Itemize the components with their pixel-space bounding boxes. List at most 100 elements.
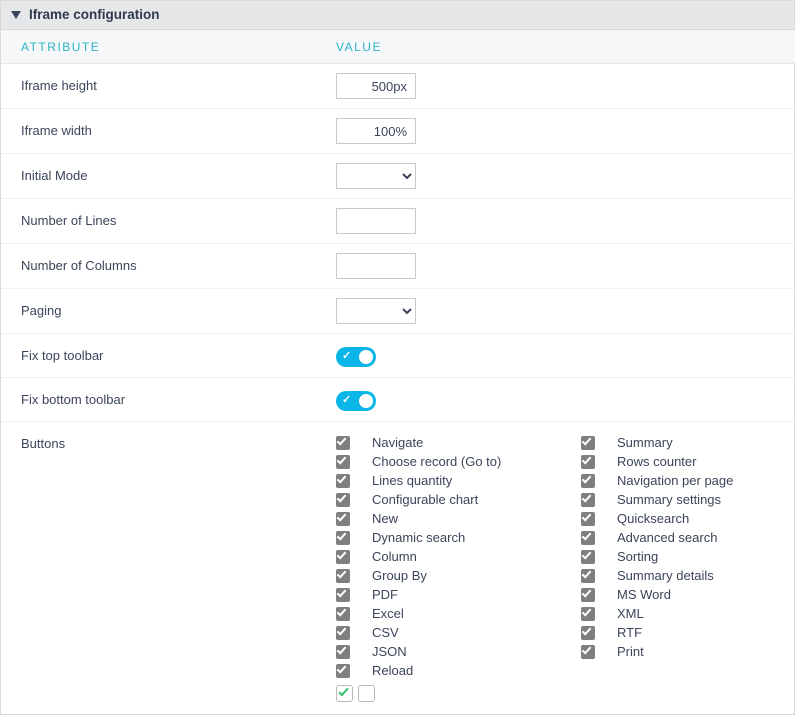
button-option-checkbox[interactable]	[336, 588, 350, 602]
collapse-triangle-icon	[11, 11, 21, 19]
button-option-checkbox[interactable]	[581, 626, 595, 640]
button-option-checkbox[interactable]	[581, 493, 595, 507]
iframe-config-panel: Iframe configuration ATTRIBUTE VALUE Ifr…	[0, 0, 795, 715]
button-option-label: JSON	[372, 643, 407, 661]
label-buttons: Buttons	[1, 422, 336, 715]
button-option-checkbox[interactable]	[336, 607, 350, 621]
label-number-of-lines: Number of Lines	[1, 199, 336, 244]
button-option-checkbox[interactable]	[336, 664, 350, 678]
row-number-of-lines: Number of Lines	[1, 199, 795, 244]
button-option-checkbox[interactable]	[581, 512, 595, 526]
button-option: Navigate	[336, 434, 571, 452]
number-of-lines-input[interactable]	[336, 208, 416, 234]
buttons-grid: NavigateChoose record (Go to)Lines quant…	[336, 434, 795, 702]
fix-top-toolbar-toggle[interactable]	[336, 347, 376, 367]
button-option-label: Print	[617, 643, 644, 661]
label-number-of-columns: Number of Columns	[1, 244, 336, 289]
button-option: CSV	[336, 624, 571, 642]
button-option-checkbox[interactable]	[581, 436, 595, 450]
select-all-controls	[336, 685, 571, 702]
button-option-label: Dynamic search	[372, 529, 465, 547]
button-option-checkbox[interactable]	[336, 626, 350, 640]
button-option-checkbox[interactable]	[336, 493, 350, 507]
button-option-checkbox[interactable]	[336, 474, 350, 488]
button-option-label: RTF	[617, 624, 642, 642]
button-option-checkbox[interactable]	[336, 550, 350, 564]
iframe-height-input[interactable]	[336, 73, 416, 99]
panel-title: Iframe configuration	[29, 7, 160, 22]
column-headers-row: ATTRIBUTE VALUE	[1, 30, 795, 64]
button-option-label: Quicksearch	[617, 510, 689, 528]
button-option-checkbox[interactable]	[336, 569, 350, 583]
panel-header[interactable]: Iframe configuration	[1, 1, 794, 30]
label-iframe-height: Iframe height	[1, 64, 336, 109]
button-option-checkbox[interactable]	[581, 455, 595, 469]
button-option: Excel	[336, 605, 571, 623]
button-option: Navigation per page	[581, 472, 795, 490]
iframe-width-input[interactable]	[336, 118, 416, 144]
button-option-label: Group By	[372, 567, 427, 585]
button-option-checkbox[interactable]	[581, 474, 595, 488]
button-option-checkbox[interactable]	[581, 588, 595, 602]
button-option-label: Advanced search	[617, 529, 717, 547]
button-option-label: Rows counter	[617, 453, 696, 471]
number-of-columns-input[interactable]	[336, 253, 416, 279]
button-option: Group By	[336, 567, 571, 585]
button-option-label: Configurable chart	[372, 491, 478, 509]
button-option: XML	[581, 605, 795, 623]
button-option-label: Excel	[372, 605, 404, 623]
button-option-checkbox[interactable]	[581, 569, 595, 583]
button-option-label: Summary	[617, 434, 673, 452]
button-option: Column	[336, 548, 571, 566]
button-option: Dynamic search	[336, 529, 571, 547]
label-iframe-width: Iframe width	[1, 109, 336, 154]
row-iframe-height: Iframe height	[1, 64, 795, 109]
button-option-checkbox[interactable]	[581, 645, 595, 659]
row-number-of-columns: Number of Columns	[1, 244, 795, 289]
select-all-checkbox[interactable]	[336, 685, 353, 702]
row-paging: Paging	[1, 289, 795, 334]
buttons-column-right: SummaryRows counterNavigation per pageSu…	[581, 434, 795, 702]
deselect-all-checkbox[interactable]	[358, 685, 375, 702]
button-option: RTF	[581, 624, 795, 642]
button-option: Rows counter	[581, 453, 795, 471]
button-option-label: Navigate	[372, 434, 423, 452]
button-option-checkbox[interactable]	[336, 436, 350, 450]
button-option: JSON	[336, 643, 571, 661]
button-option-label: Choose record (Go to)	[372, 453, 501, 471]
button-option-label: Summary settings	[617, 491, 721, 509]
button-option: Sorting	[581, 548, 795, 566]
column-header-value: VALUE	[336, 30, 795, 64]
button-option-checkbox[interactable]	[336, 455, 350, 469]
column-header-attribute: ATTRIBUTE	[1, 30, 336, 64]
config-table: ATTRIBUTE VALUE Iframe height Iframe wid…	[1, 30, 795, 714]
button-option-label: Summary details	[617, 567, 714, 585]
button-option-label: Sorting	[617, 548, 658, 566]
button-option: Advanced search	[581, 529, 795, 547]
button-option-label: CSV	[372, 624, 399, 642]
button-option-checkbox[interactable]	[581, 550, 595, 564]
button-option: Quicksearch	[581, 510, 795, 528]
button-option: PDF	[336, 586, 571, 604]
row-buttons: Buttons NavigateChoose record (Go to)Lin…	[1, 422, 795, 715]
label-paging: Paging	[1, 289, 336, 334]
button-option: Summary details	[581, 567, 795, 585]
button-option-checkbox[interactable]	[581, 607, 595, 621]
button-option: Choose record (Go to)	[336, 453, 571, 471]
button-option-checkbox[interactable]	[336, 531, 350, 545]
fix-bottom-toolbar-toggle[interactable]	[336, 391, 376, 411]
button-option: Configurable chart	[336, 491, 571, 509]
button-option-checkbox[interactable]	[336, 645, 350, 659]
row-iframe-width: Iframe width	[1, 109, 795, 154]
button-option-checkbox[interactable]	[581, 531, 595, 545]
paging-select[interactable]	[336, 298, 416, 324]
button-option-label: XML	[617, 605, 644, 623]
button-option: Summary	[581, 434, 795, 452]
row-fix-top-toolbar: Fix top toolbar	[1, 334, 795, 378]
initial-mode-select[interactable]	[336, 163, 416, 189]
button-option-checkbox[interactable]	[336, 512, 350, 526]
button-option: MS Word	[581, 586, 795, 604]
button-option-label: New	[372, 510, 398, 528]
button-option: Summary settings	[581, 491, 795, 509]
row-fix-bottom-toolbar: Fix bottom toolbar	[1, 378, 795, 422]
